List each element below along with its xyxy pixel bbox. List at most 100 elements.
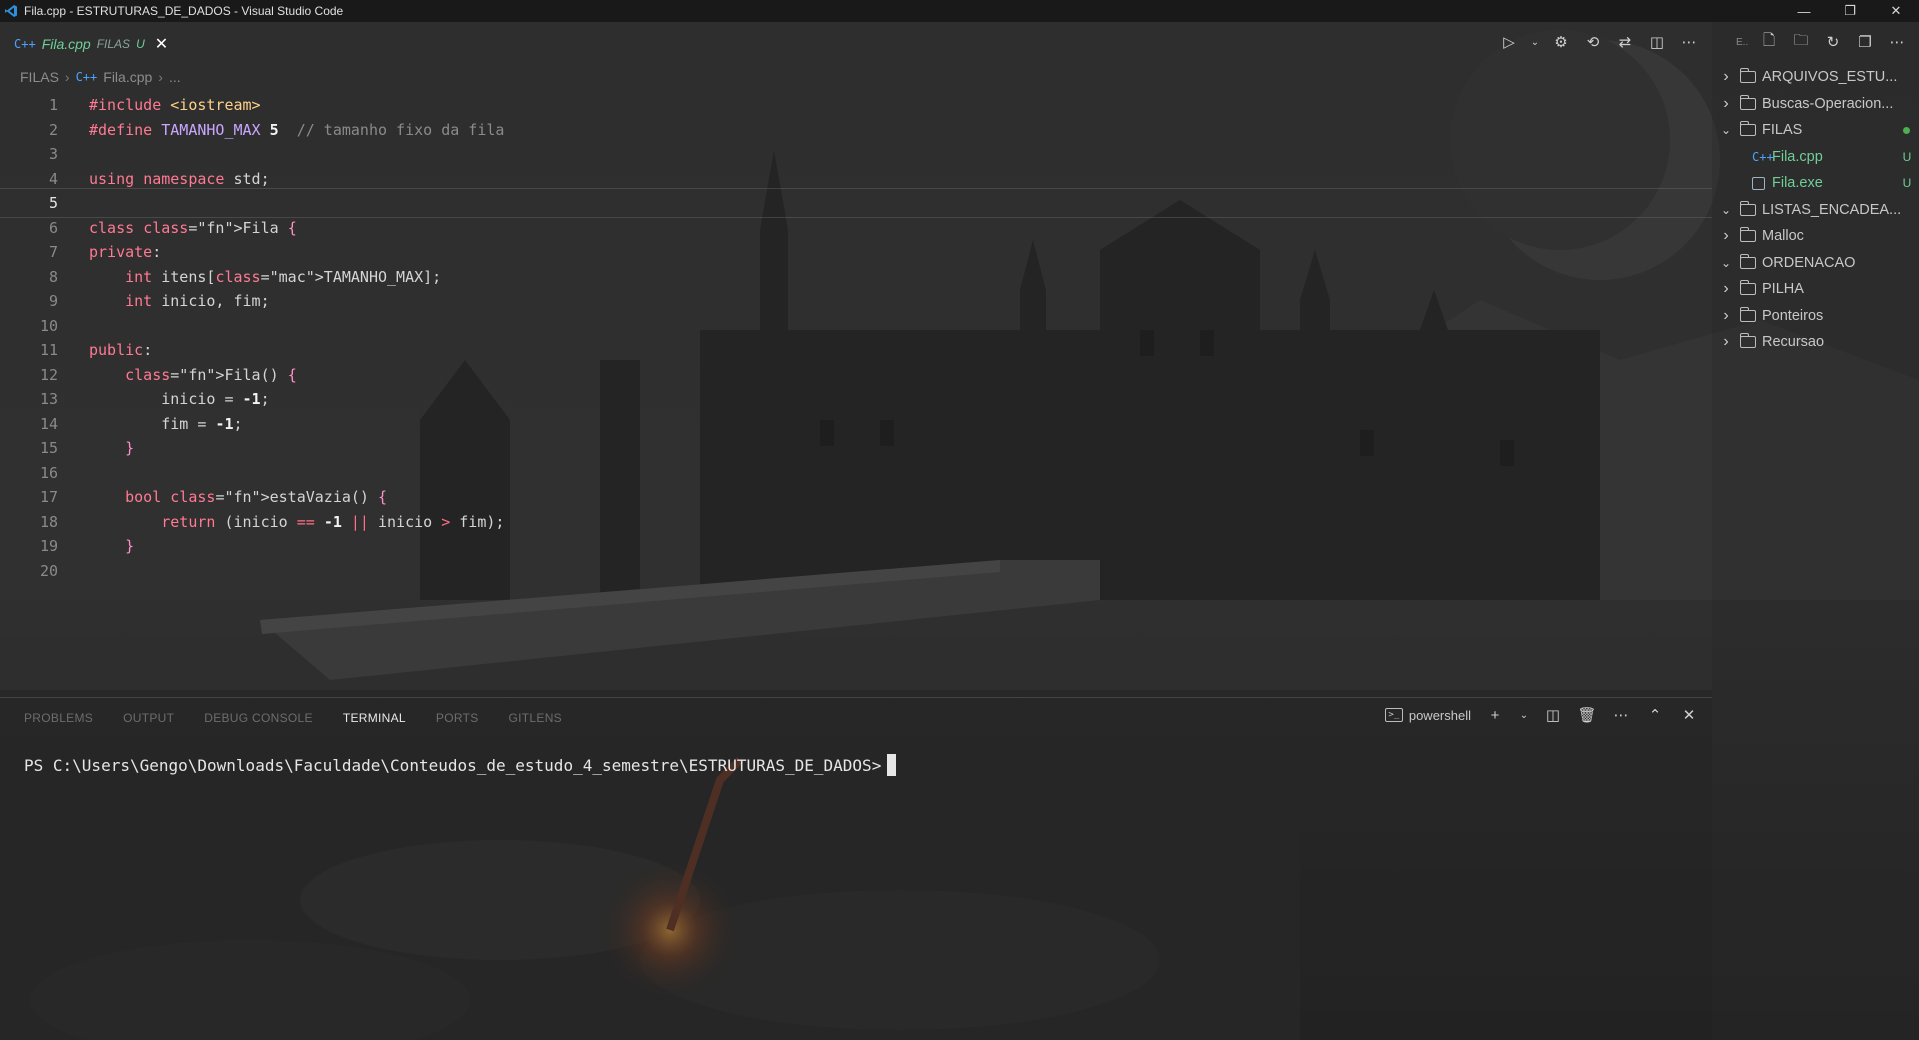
chevron-down-icon[interactable]: ⌄ bbox=[1519, 710, 1529, 721]
run-icon[interactable]: ▷ bbox=[1498, 31, 1520, 53]
split-editor-icon[interactable]: ◫ bbox=[1646, 31, 1668, 53]
explorer-folder[interactable]: › Recursao bbox=[1716, 329, 1919, 356]
tab-label: Fila.cpp bbox=[41, 36, 91, 52]
split-terminal-icon[interactable]: ◫ bbox=[1543, 706, 1563, 724]
close-tab-icon[interactable]: ✕ bbox=[155, 34, 168, 54]
chevron-right-icon: › bbox=[64, 69, 70, 85]
chevron-down-icon[interactable]: ⌄ bbox=[1530, 31, 1540, 53]
trash-icon[interactable]: 🗑 bbox=[1577, 706, 1597, 724]
collapse-all-icon[interactable]: ❐ bbox=[1854, 31, 1876, 53]
line-number: 5 bbox=[48, 194, 58, 212]
terminal-output[interactable]: PS C:\Users\Gengo\Downloads\Faculdade\Co… bbox=[24, 754, 897, 776]
git-status-badge: U bbox=[1902, 149, 1912, 164]
maximize-panel-icon[interactable]: ⌃ bbox=[1645, 706, 1665, 724]
tree-item-label: FILAS bbox=[1762, 122, 1803, 139]
folder-icon bbox=[1740, 333, 1756, 349]
line-number: 17 bbox=[39, 488, 58, 506]
line-number: 11 bbox=[39, 341, 58, 359]
tree-item-label: Buscas-Operacion... bbox=[1762, 95, 1894, 112]
chevron-right-icon[interactable]: › bbox=[1716, 227, 1736, 245]
terminal-shell-selector[interactable]: >_ powershell bbox=[1384, 707, 1471, 723]
explorer-folder[interactable]: ⌄ LISTAS_ENCADEA... bbox=[1716, 197, 1919, 224]
new-terminal-icon[interactable]: + bbox=[1485, 707, 1505, 724]
refresh-icon[interactable]: ↻ bbox=[1822, 31, 1844, 53]
gear-icon[interactable]: ⚙ bbox=[1550, 31, 1572, 53]
more-actions-icon[interactable]: ⋯ bbox=[1678, 31, 1700, 53]
chevron-right-icon[interactable]: › bbox=[1716, 307, 1736, 325]
panel-actions: >_ powershell + ⌄ ◫ 🗑 ⋯ ⌃ ✕ bbox=[1384, 706, 1699, 724]
chevron-right-icon[interactable]: › bbox=[1716, 333, 1736, 351]
shell-name: powershell bbox=[1408, 707, 1471, 723]
tab-debug-console[interactable]: DEBUG CONSOLE bbox=[204, 711, 313, 725]
explorer-folder[interactable]: ⌄ ORDENACAO bbox=[1716, 250, 1919, 277]
panel-tabs: PROBLEMS OUTPUT DEBUG CONSOLE TERMINAL P… bbox=[24, 708, 562, 728]
code-line[interactable]: 20 bbox=[0, 556, 1712, 586]
line-number: 7 bbox=[48, 243, 58, 261]
minimize-icon[interactable]: — bbox=[1781, 0, 1827, 22]
breadcrumb-more[interactable]: ... bbox=[169, 69, 181, 85]
panel-divider bbox=[0, 697, 1712, 698]
chevron-down-icon[interactable]: ⌄ bbox=[1716, 123, 1736, 137]
new-file-icon[interactable]: 🗋 bbox=[1758, 31, 1780, 53]
cpp-file-icon: C++ bbox=[75, 70, 98, 84]
code-text: #define TAMANHO_MAX 5 // tamanho fixo da… bbox=[89, 120, 505, 139]
code-editor[interactable]: 1 #include <iostream> 2 #define TAMANHO_MAX… bbox=[0, 90, 1712, 690]
chevron-right-icon[interactable]: › bbox=[1716, 280, 1736, 298]
chevron-down-icon[interactable]: ⌄ bbox=[1716, 256, 1736, 270]
explorer-header: E... 🗋 🗀 ↻ ❐ ⋯ bbox=[1736, 30, 1908, 54]
explorer-folder[interactable]: ⌄ FILAS bbox=[1716, 117, 1919, 144]
line-number: 20 bbox=[39, 561, 58, 580]
tab-ports[interactable]: PORTS bbox=[436, 711, 479, 725]
line-number: 9 bbox=[48, 292, 58, 310]
explorer-folder[interactable]: › Ponteiros bbox=[1716, 303, 1919, 330]
terminal-icon: >_ bbox=[1384, 708, 1403, 722]
restore-icon[interactable]: ❐ bbox=[1827, 0, 1873, 22]
code-text: public: bbox=[89, 341, 153, 359]
vscode-logo-icon bbox=[0, 0, 22, 22]
tree-item-label: ORDENACAO bbox=[1762, 254, 1856, 271]
more-actions-icon[interactable]: ⋯ bbox=[1886, 31, 1908, 53]
explorer-file[interactable]: Fila.exe U bbox=[1716, 170, 1919, 197]
explorer-folder[interactable]: › PILHA bbox=[1716, 276, 1919, 303]
tab-terminal[interactable]: TERMINAL bbox=[343, 711, 406, 725]
line-number: 15 bbox=[39, 439, 58, 457]
explorer-folder[interactable]: › Buscas-Operacion... bbox=[1716, 91, 1919, 118]
chevron-right-icon[interactable]: › bbox=[1716, 95, 1736, 113]
editor-actions: ▷ ⌄ ⚙ ⟲ ⇄ ◫ ⋯ bbox=[1498, 31, 1700, 53]
code-text: fim = -1; bbox=[89, 414, 243, 433]
explorer-folder[interactable]: › ARQUIVOS_ESTU... bbox=[1716, 64, 1919, 91]
line-number: 13 bbox=[39, 390, 58, 408]
explorer-file[interactable]: C++ Fila.cpp U bbox=[1716, 144, 1919, 171]
chevron-down-icon[interactable]: ⌄ bbox=[1716, 203, 1736, 217]
line-number: 6 bbox=[48, 218, 58, 237]
tab-problems[interactable]: PROBLEMS bbox=[24, 711, 93, 725]
close-window-icon[interactable]: ✕ bbox=[1873, 0, 1919, 22]
tab-fila-cpp[interactable]: C++ Fila.cpp FILAS U ✕ bbox=[6, 30, 176, 58]
code-text: inicio = -1; bbox=[89, 390, 270, 408]
tab-gitlens[interactable]: GITLENS bbox=[509, 711, 562, 725]
code-text: } bbox=[125, 439, 135, 457]
tab-output[interactable]: OUTPUT bbox=[123, 711, 174, 725]
breadcrumb-folder[interactable]: FILAS bbox=[20, 69, 59, 85]
chevron-right-icon[interactable]: › bbox=[1716, 68, 1736, 86]
line-number: 18 bbox=[39, 512, 58, 531]
code-text: class="fn">Fila() { bbox=[125, 365, 297, 384]
explorer-folder[interactable]: › Malloc bbox=[1716, 223, 1919, 250]
tab-folder-label: FILAS bbox=[96, 37, 131, 51]
compare-changes-icon[interactable]: ⇄ bbox=[1614, 31, 1636, 53]
close-panel-icon[interactable]: ✕ bbox=[1679, 706, 1699, 724]
line-number: 4 bbox=[48, 169, 58, 188]
more-actions-icon[interactable]: ⋯ bbox=[1611, 706, 1631, 724]
history-icon[interactable]: ⟲ bbox=[1582, 31, 1604, 53]
line-number: 14 bbox=[39, 414, 58, 433]
folder-icon bbox=[1740, 200, 1756, 216]
new-folder-icon[interactable]: 🗀 bbox=[1790, 31, 1812, 53]
tree-item-label: Fila.exe bbox=[1772, 175, 1823, 192]
breadcrumb-file[interactable]: Fila.cpp bbox=[103, 69, 152, 85]
window-controls: — ❐ ✕ bbox=[1781, 0, 1919, 22]
cpp-file-icon: C++ bbox=[1752, 149, 1774, 164]
folder-icon bbox=[1740, 253, 1756, 269]
line-number: 1 bbox=[48, 96, 58, 114]
line-number: 10 bbox=[39, 316, 58, 335]
tree-item-label: LISTAS_ENCADEA... bbox=[1762, 201, 1902, 218]
